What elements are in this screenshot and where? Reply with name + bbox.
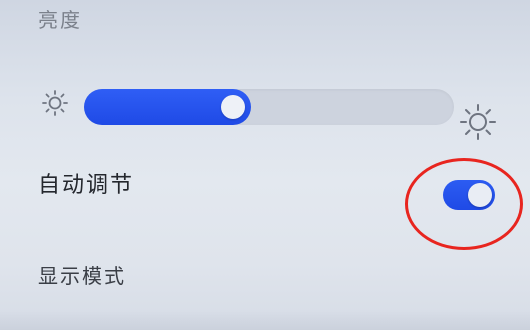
sun-small-icon (42, 90, 68, 116)
auto-adjust-label: 自动调节 (38, 173, 135, 198)
auto-adjust-toggle[interactable] (443, 180, 495, 210)
sun-large-icon (460, 104, 496, 140)
divider (0, 310, 530, 330)
auto-adjust-toggle-knob (468, 183, 492, 207)
brightness-slider[interactable] (84, 89, 454, 125)
settings-screen: 亮度 自动调节 显示模式 (0, 0, 530, 330)
brightness-slider-thumb[interactable] (221, 95, 245, 119)
brightness-section-title: 亮度 (38, 8, 82, 32)
display-mode-label[interactable]: 显示模式 (38, 260, 126, 289)
brightness-slider-row (0, 72, 530, 142)
